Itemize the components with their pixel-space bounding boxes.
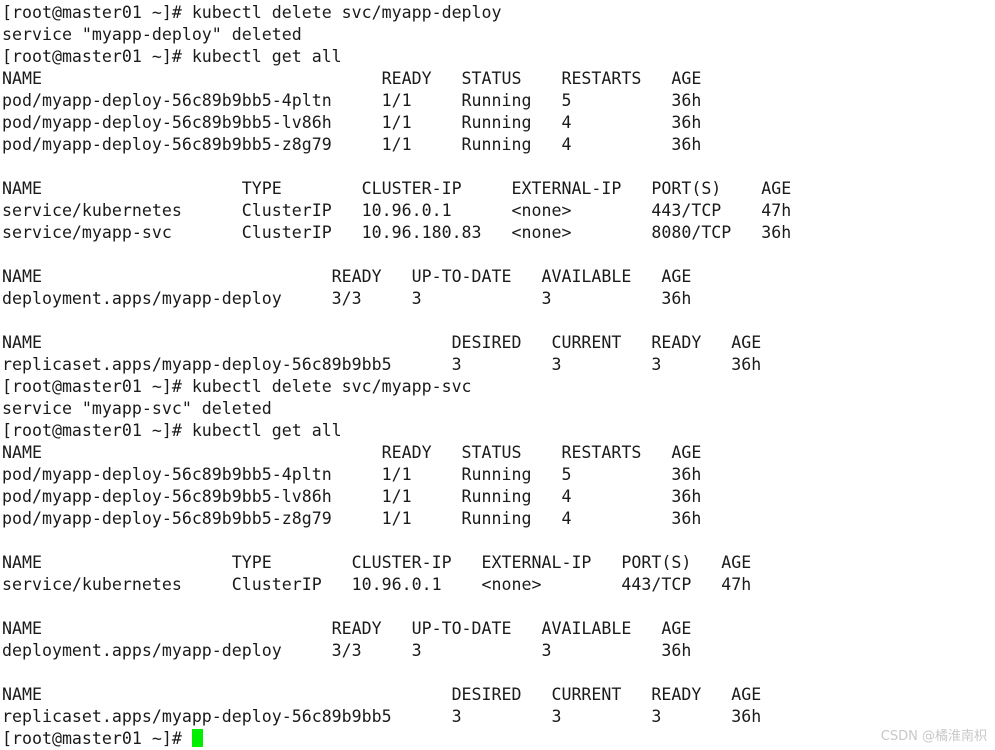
terminal-line: [root@master01 ~]# kubectl delete svc/my… bbox=[2, 377, 472, 396]
watermark: CSDN @橘淮南枳 bbox=[880, 729, 987, 744]
terminal-output[interactable]: [root@master01 ~]# kubectl delete svc/my… bbox=[0, 0, 995, 750]
terminal-cursor bbox=[191, 729, 203, 747]
terminal-line: deployment.apps/myapp-deploy 3/3 3 3 36h bbox=[2, 641, 692, 660]
terminal-line: pod/myapp-deploy-56c89b9bb5-z8g79 1/1 Ru… bbox=[2, 135, 702, 154]
terminal-line: service "myapp-svc" deleted bbox=[2, 399, 272, 418]
terminal-line: [root@master01 ~]# kubectl get all bbox=[2, 421, 342, 440]
terminal-scrollback: [root@master01 ~]# kubectl delete svc/my… bbox=[2, 2, 995, 728]
terminal-line: pod/myapp-deploy-56c89b9bb5-lv86h 1/1 Ru… bbox=[2, 487, 702, 506]
terminal-prompt-line: [root@master01 ~]# bbox=[2, 728, 995, 750]
terminal-line: NAME TYPE CLUSTER-IP EXTERNAL-IP PORT(S)… bbox=[2, 179, 792, 198]
terminal-line: replicaset.apps/myapp-deploy-56c89b9bb5 … bbox=[2, 355, 762, 374]
terminal-line: NAME READY STATUS RESTARTS AGE bbox=[2, 69, 702, 88]
prompt-text: [root@master01 ~]# bbox=[2, 729, 192, 748]
terminal-line: deployment.apps/myapp-deploy 3/3 3 3 36h bbox=[2, 289, 692, 308]
terminal-line: service/myapp-svc ClusterIP 10.96.180.83… bbox=[2, 223, 792, 242]
terminal-line: NAME DESIRED CURRENT READY AGE bbox=[2, 333, 762, 352]
terminal-line: service/kubernetes ClusterIP 10.96.0.1 <… bbox=[2, 575, 752, 594]
terminal-line: pod/myapp-deploy-56c89b9bb5-z8g79 1/1 Ru… bbox=[2, 509, 702, 528]
terminal-line: NAME READY UP-TO-DATE AVAILABLE AGE bbox=[2, 267, 692, 286]
terminal-line: [root@master01 ~]# kubectl get all bbox=[2, 47, 342, 66]
terminal-line: NAME READY UP-TO-DATE AVAILABLE AGE bbox=[2, 619, 692, 638]
terminal-line: service/kubernetes ClusterIP 10.96.0.1 <… bbox=[2, 201, 792, 220]
terminal-line: NAME READY STATUS RESTARTS AGE bbox=[2, 443, 702, 462]
terminal-line: service "myapp-deploy" deleted bbox=[2, 25, 302, 44]
terminal-line: NAME TYPE CLUSTER-IP EXTERNAL-IP PORT(S)… bbox=[2, 553, 752, 572]
terminal-line: pod/myapp-deploy-56c89b9bb5-4pltn 1/1 Ru… bbox=[2, 91, 702, 110]
terminal-line: pod/myapp-deploy-56c89b9bb5-lv86h 1/1 Ru… bbox=[2, 113, 702, 132]
terminal-line: replicaset.apps/myapp-deploy-56c89b9bb5 … bbox=[2, 707, 762, 726]
terminal-line: [root@master01 ~]# kubectl delete svc/my… bbox=[2, 3, 502, 22]
terminal-line: NAME DESIRED CURRENT READY AGE bbox=[2, 685, 762, 704]
terminal-line: pod/myapp-deploy-56c89b9bb5-4pltn 1/1 Ru… bbox=[2, 465, 702, 484]
